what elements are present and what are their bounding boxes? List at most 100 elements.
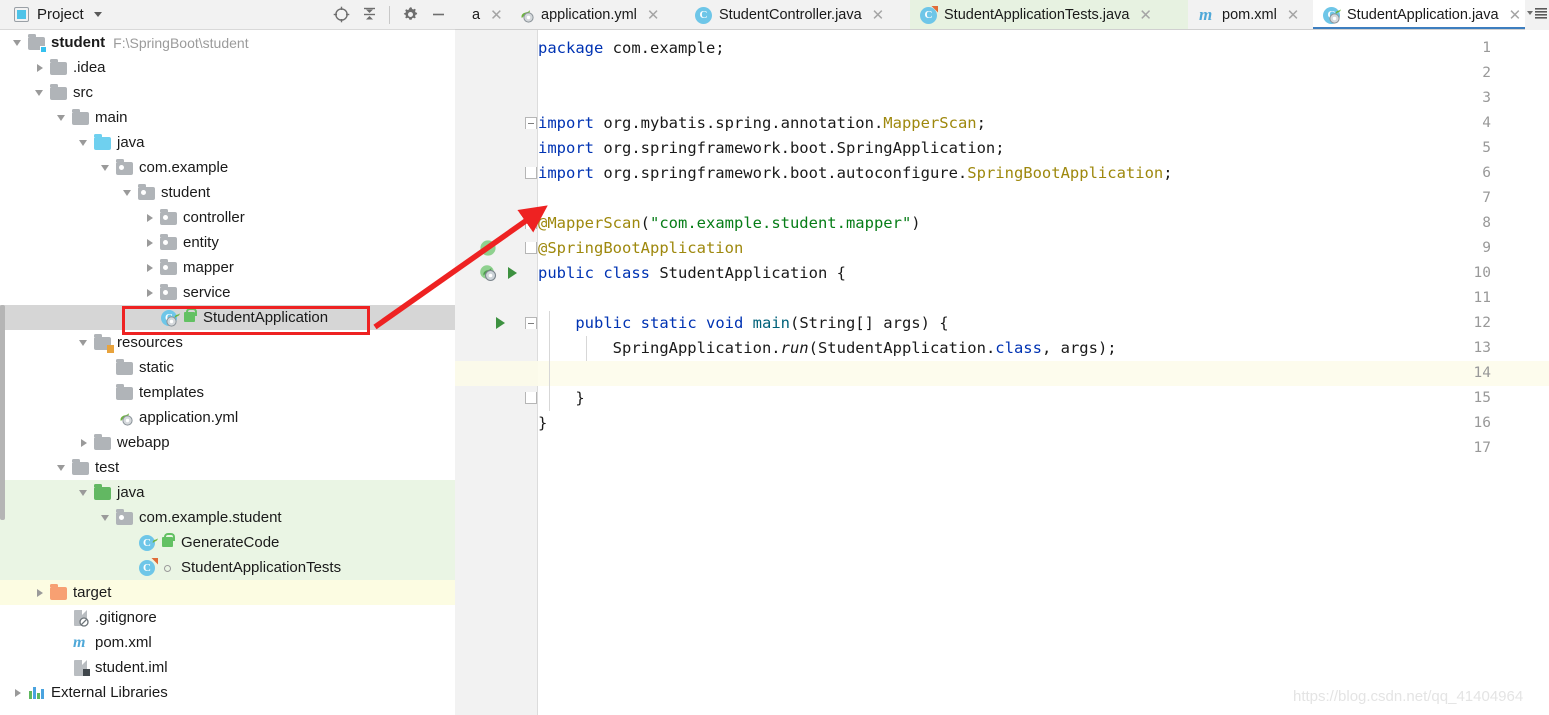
- chevron-right-icon[interactable]: [34, 586, 47, 599]
- editor-tab-studentcontroller-java[interactable]: CStudentController.java✕: [685, 0, 910, 30]
- code-editor[interactable]: 1package com.example;2 3 4import org.myb…: [455, 30, 1549, 715]
- code-line-16[interactable]: }: [538, 411, 547, 436]
- code-line-9[interactable]: @SpringBootApplication: [538, 236, 743, 261]
- tree-node-java[interactable]: java: [0, 480, 455, 505]
- chevron-right-icon[interactable]: [12, 686, 25, 699]
- tree-node-static[interactable]: static: [0, 355, 455, 380]
- close-icon[interactable]: ✕: [1509, 8, 1522, 23]
- tree-node-studentapplicationtests[interactable]: CStudentApplicationTests: [0, 555, 455, 580]
- chevron-down-icon[interactable]: [100, 161, 113, 174]
- close-icon[interactable]: ✕: [1139, 8, 1152, 23]
- settings-gear-icon[interactable]: [397, 2, 423, 28]
- chevron-down-icon[interactable]: [34, 86, 47, 99]
- editor-tab-a[interactable]: a✕: [455, 0, 507, 30]
- code-fold-bot-icon[interactable]: [525, 392, 537, 404]
- tree-node-com-example-student[interactable]: com.example.student: [0, 505, 455, 530]
- tree-node-src[interactable]: src: [0, 80, 455, 105]
- minimize-icon[interactable]: [425, 2, 451, 28]
- tree-node-controller[interactable]: controller: [0, 205, 455, 230]
- close-icon[interactable]: ✕: [1287, 8, 1300, 23]
- chevron-down-icon[interactable]: [56, 461, 69, 474]
- tree-node-mapper[interactable]: mapper: [0, 255, 455, 280]
- tree-node-label: StudentApplicationTests: [181, 559, 341, 576]
- tree-node-test[interactable]: test: [0, 455, 455, 480]
- tree-node-target[interactable]: target: [0, 580, 455, 605]
- chevron-right-icon[interactable]: [34, 61, 47, 74]
- tree-node-templates[interactable]: templates: [0, 380, 455, 405]
- tree-node-pom-xml[interactable]: mpom.xml: [0, 630, 455, 655]
- chevron-down-icon[interactable]: [78, 336, 91, 349]
- tree-node--idea[interactable]: .idea: [0, 55, 455, 80]
- code-line-8[interactable]: @MapperScan("com.example.student.mapper"…: [538, 211, 921, 236]
- chevron-right-icon[interactable]: [144, 211, 157, 224]
- code-fold-minus top-icon[interactable]: [525, 317, 537, 329]
- project-tree[interactable]: studentF:\SpringBoot\student.ideasrc main…: [0, 30, 455, 715]
- tree-node-student-iml[interactable]: student.iml: [0, 655, 455, 680]
- chevron-down-icon[interactable]: [122, 186, 135, 199]
- tree-node-entity[interactable]: entity: [0, 230, 455, 255]
- tree-node-student[interactable]: studentF:\SpringBoot\student: [0, 30, 455, 55]
- chevron-down-icon[interactable]: [78, 486, 91, 499]
- editor-tab-studentapplicationtests-java[interactable]: CStudentApplicationTests.java✕: [910, 0, 1188, 30]
- tree-spacer: [144, 311, 157, 324]
- code-line-15[interactable]: }: [538, 386, 585, 411]
- collapse-all-icon[interactable]: [356, 2, 382, 28]
- tree-node-resources[interactable]: resources: [0, 330, 455, 355]
- folder-target-orange-icon: [50, 585, 68, 601]
- run-gutter-icon[interactable]: [491, 314, 509, 332]
- tree-node-com-example[interactable]: com.example: [0, 155, 455, 180]
- tree-node--gitignore[interactable]: .gitignore: [0, 605, 455, 630]
- code-line-14[interactable]: [538, 361, 547, 386]
- editor-tab-application-yml[interactable]: application.yml✕: [507, 0, 685, 30]
- spring-bean-gutter-icon[interactable]: [479, 239, 497, 257]
- editor-tab-pom-xml[interactable]: mpom.xml✕: [1188, 0, 1313, 30]
- code-line-1[interactable]: package com.example;: [538, 36, 725, 61]
- code-fold-minus top-icon[interactable]: [525, 117, 537, 129]
- chevron-down-icon[interactable]: [78, 136, 91, 149]
- tree-node-webapp[interactable]: webapp: [0, 430, 455, 455]
- tree-node-java[interactable]: java: [0, 130, 455, 155]
- close-icon[interactable]: ✕: [490, 8, 503, 23]
- code-line-13[interactable]: SpringApplication.run(StudentApplication…: [538, 336, 1117, 361]
- run-gutter-icon[interactable]: [503, 264, 521, 282]
- tree-node-service[interactable]: service: [0, 280, 455, 305]
- project-title-group[interactable]: Project: [0, 6, 102, 23]
- tree-node-label: main: [95, 109, 128, 126]
- code-fold-minus top-icon[interactable]: [525, 217, 537, 229]
- chevron-down-icon[interactable]: [56, 111, 69, 124]
- chevron-right-icon[interactable]: [144, 261, 157, 274]
- chevron-down-icon[interactable]: [94, 12, 102, 17]
- chevron-right-icon[interactable]: [144, 286, 157, 299]
- code-line-5[interactable]: import org.springframework.boot.SpringAp…: [538, 136, 1005, 161]
- code-line-12[interactable]: public static void main(String[] args) {: [538, 311, 949, 336]
- tree-node-student[interactable]: student: [0, 180, 455, 205]
- chevron-right-icon[interactable]: [144, 236, 157, 249]
- tree-node-external-libraries[interactable]: External Libraries: [0, 680, 455, 705]
- code-line-10[interactable]: public class StudentApplication {: [538, 261, 846, 286]
- close-icon[interactable]: ✕: [647, 8, 660, 23]
- code-line-7[interactable]: [538, 186, 547, 211]
- code-line-6[interactable]: import org.springframework.boot.autoconf…: [538, 161, 1173, 186]
- code-fold-bot-icon[interactable]: [525, 242, 537, 254]
- code-fold-bot-icon[interactable]: [525, 167, 537, 179]
- tab-list-dropdown-icon[interactable]: [1527, 7, 1547, 19]
- editor-tab-studentapplication-java[interactable]: CStudentApplication.java✕: [1313, 0, 1549, 30]
- folder-gray-icon: [50, 60, 68, 76]
- chevron-down-icon[interactable]: [12, 36, 25, 49]
- chevron-right-icon[interactable]: [78, 436, 91, 449]
- spring-boot-config-gutter-icon[interactable]: [479, 264, 497, 282]
- tree-node-generatecode[interactable]: CGenerateCode: [0, 530, 455, 555]
- code-line-4[interactable]: import org.mybatis.spring.annotation.Map…: [538, 111, 986, 136]
- project-tree-scrollbar[interactable]: [0, 305, 5, 520]
- code-line-11[interactable]: [538, 286, 547, 311]
- code-line-3[interactable]: [538, 86, 547, 111]
- tree-node-main[interactable]: main: [0, 105, 455, 130]
- code-line-17[interactable]: [538, 436, 547, 461]
- tree-node-studentapplication[interactable]: CStudentApplication: [0, 305, 455, 330]
- locate-target-icon[interactable]: [328, 2, 354, 28]
- chevron-down-icon[interactable]: [100, 511, 113, 524]
- folder-gray-icon: [72, 110, 90, 126]
- code-line-2[interactable]: [538, 61, 547, 86]
- tree-node-application-yml[interactable]: application.yml: [0, 405, 455, 430]
- close-icon[interactable]: ✕: [872, 8, 885, 23]
